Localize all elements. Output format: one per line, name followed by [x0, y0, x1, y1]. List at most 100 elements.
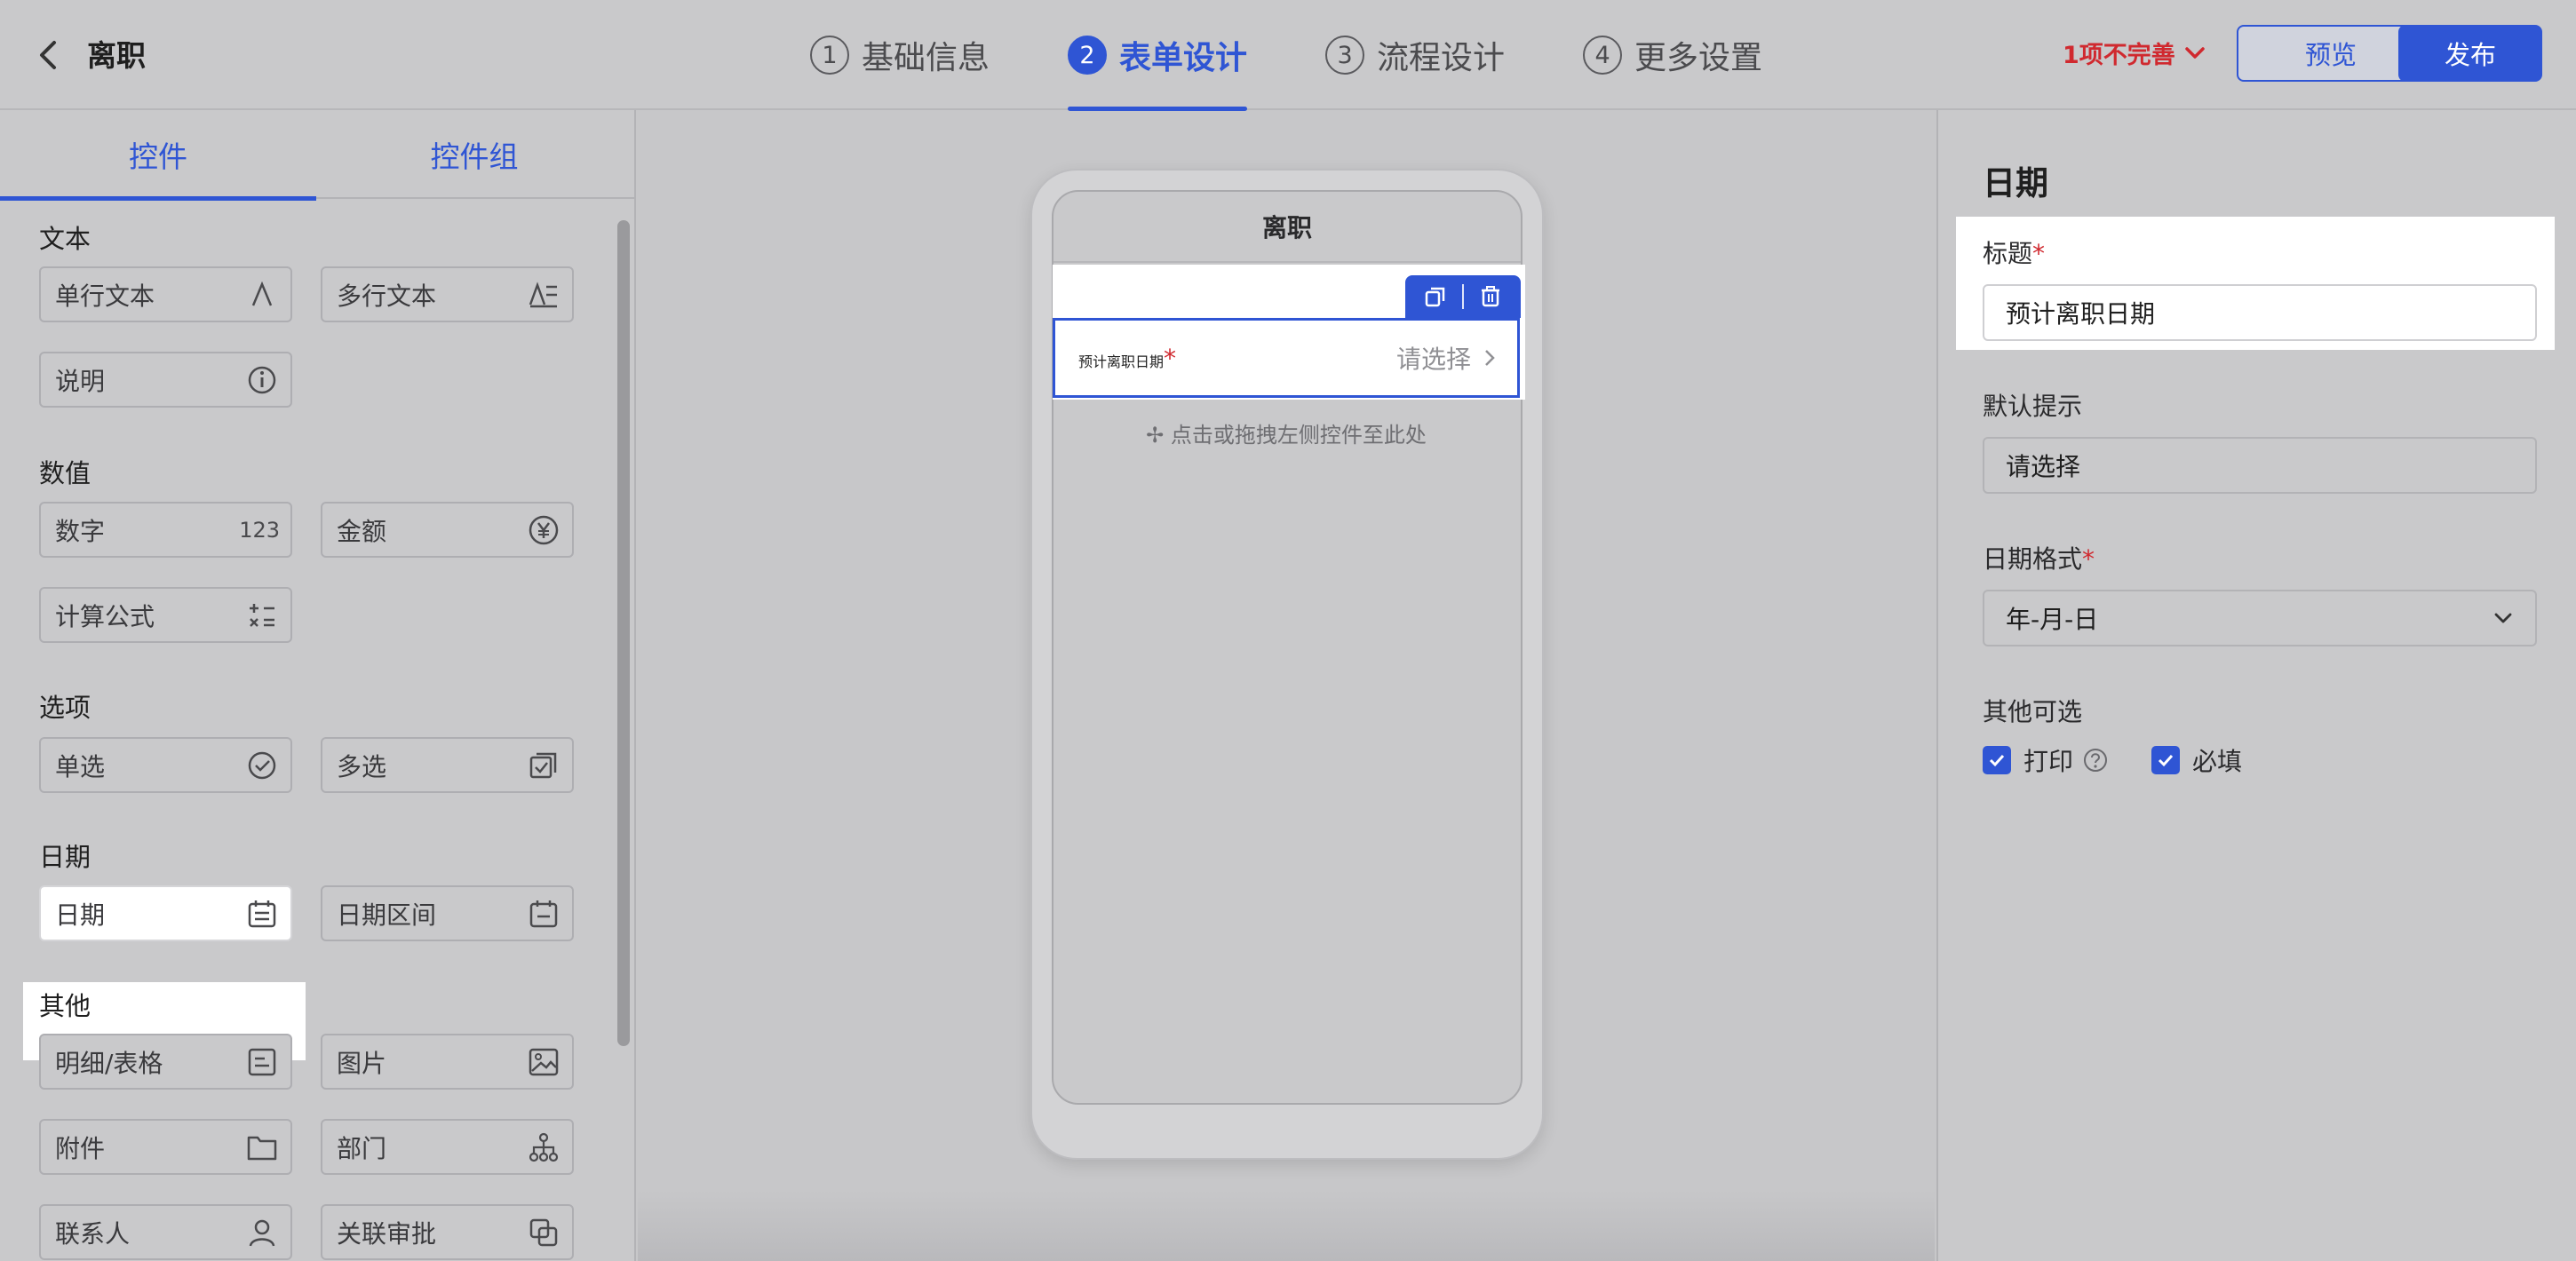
step-basic-info[interactable]: 1 基础信息 [810, 0, 990, 110]
tab-controls[interactable]: 控件 [0, 110, 316, 201]
checkmark-icon [2158, 754, 2174, 767]
toolbar-divider [1461, 284, 1464, 309]
top-bar: 离职 1 基础信息 2 表单设计 3 流程设计 4 更多设置 1项不完善 预览 … [0, 0, 2576, 111]
control-image[interactable]: 图片 [321, 1034, 574, 1090]
step-label: 表单设计 [1119, 40, 1248, 76]
control-related-approval[interactable]: 关联审批 [321, 1204, 574, 1260]
step-label: 基础信息 [862, 40, 990, 76]
control-department[interactable]: 部门 [321, 1119, 574, 1175]
control-single-select[interactable]: 单选 [39, 737, 292, 793]
date-format-select[interactable]: 年-月-日 [1983, 590, 2537, 646]
form-field-date[interactable]: 预计离职日期* 请选择 [1053, 318, 1520, 398]
properties-panel: 日期 标题* 预计离职日期 默认提示 请选择 日期格式* 年-月-日 其他可选 … [1936, 110, 2576, 1261]
control-label: 日期 [55, 900, 106, 930]
incomplete-dropdown[interactable]: 1项不完善 [2063, 36, 2206, 70]
step-form-design[interactable]: 2 表单设计 [1068, 0, 1248, 111]
control-amount[interactable]: 金额 [321, 502, 574, 558]
control-label: 单行文本 [55, 281, 155, 311]
control-attachment[interactable]: 附件 [39, 1119, 292, 1175]
publish-button[interactable]: 发布 [2398, 25, 2542, 82]
field-placeholder: 请选择 [1396, 340, 1496, 376]
table-icon [244, 1044, 280, 1080]
control-formula[interactable]: 计算公式 [39, 587, 292, 643]
help-icon[interactable] [2082, 747, 2109, 773]
step-number: 1 [810, 36, 849, 75]
back-button[interactable] [27, 34, 69, 76]
required-mark: * [2032, 239, 2046, 268]
step-more-settings[interactable]: 4 更多设置 [1583, 0, 1762, 110]
label-other-options: 其他可选 [1983, 697, 2083, 726]
scrollbar[interactable] [617, 220, 630, 1046]
group-title-date: 日期 [39, 842, 91, 872]
control-label: 部门 [337, 1133, 387, 1163]
folder-icon [244, 1130, 280, 1165]
control-label: 计算公式 [55, 601, 155, 631]
copy-button[interactable] [1420, 282, 1451, 312]
delete-button[interactable] [1475, 282, 1506, 312]
step-number: 3 [1325, 36, 1365, 75]
drop-hint: ✢ 点击或拖拽左侧控件至此处 [1146, 423, 1427, 448]
panel-tabs: 控件 控件组 [0, 110, 634, 201]
chevron-down-icon [2185, 46, 2205, 59]
control-label: 关联审批 [337, 1218, 437, 1249]
control-label: 联系人 [55, 1218, 131, 1249]
image-icon [526, 1044, 561, 1080]
control-single-line-text[interactable]: 单行文本 [39, 266, 292, 322]
option-print: 打印 [1983, 742, 2109, 778]
info-icon [244, 362, 280, 398]
step-label: 流程设计 [1377, 40, 1506, 76]
control-detail-table[interactable]: 明细/表格 [39, 1034, 292, 1090]
control-label: 图片 [337, 1048, 387, 1078]
label-date-format: 日期格式* [1983, 544, 2095, 574]
calendar-icon [244, 896, 280, 932]
step-flow-design[interactable]: 3 流程设计 [1325, 0, 1505, 110]
default-hint-input[interactable]: 请选择 [1983, 437, 2537, 494]
calculator-icon [244, 598, 280, 633]
group-title-other: 其他 [39, 991, 91, 1021]
step-number: 4 [1583, 36, 1623, 75]
control-note[interactable]: 说明 [39, 352, 292, 408]
chevron-left-icon [40, 41, 56, 69]
page-title: 离职 [87, 38, 146, 73]
tab-control-groups[interactable]: 控件组 [316, 110, 632, 199]
control-contact[interactable]: 联系人 [39, 1204, 292, 1260]
checkmark-icon [1989, 754, 2005, 767]
field-label: 预计离职日期* [1078, 343, 1177, 373]
date-format-value: 年-月-日 [2006, 605, 2099, 634]
number-123-icon: 123 [239, 517, 280, 543]
control-label: 日期区间 [337, 900, 437, 930]
step-nav: 1 基础信息 2 表单设计 3 流程设计 4 更多设置 [810, 0, 1762, 111]
step-label: 更多设置 [1634, 40, 1763, 76]
org-tree-icon [526, 1130, 561, 1165]
trash-icon [1482, 286, 1500, 307]
text-a-icon [244, 277, 280, 313]
title-input[interactable]: 预计离职日期 [1983, 284, 2537, 341]
control-label: 数字 [55, 516, 106, 546]
move-icon: ✢ [1146, 423, 1165, 448]
control-label: 单选 [55, 751, 106, 781]
canvas-bottom-shade [638, 1190, 1935, 1261]
preview-button[interactable]: 预览 [2237, 25, 2425, 82]
control-date[interactable]: 日期 [39, 885, 292, 941]
multiline-text-icon [526, 277, 561, 313]
control-multi-select[interactable]: 多选 [321, 737, 574, 793]
control-number[interactable]: 数字 123 [39, 502, 292, 558]
copy-icon [1425, 287, 1444, 307]
required-mark: * [2082, 544, 2095, 574]
chevron-right-icon [1485, 350, 1495, 366]
print-label: 打印 [2023, 747, 2074, 776]
control-label: 明细/表格 [55, 1048, 163, 1078]
label-title: 标题* [1983, 239, 2046, 268]
yen-icon [526, 512, 561, 548]
required-mark: * [1164, 343, 1177, 373]
control-date-range[interactable]: 日期区间 [321, 885, 574, 941]
print-checkbox[interactable] [1983, 746, 2011, 774]
control-label: 说明 [55, 366, 106, 396]
required-checkbox[interactable] [2151, 746, 2180, 774]
properties-title: 日期 [1983, 164, 2048, 202]
option-required: 必填 [2151, 742, 2242, 778]
control-multi-line-text[interactable]: 多行文本 [321, 266, 574, 322]
user-icon [244, 1215, 280, 1250]
field-toolbar [1405, 275, 1521, 318]
calendar-range-icon [526, 896, 561, 932]
